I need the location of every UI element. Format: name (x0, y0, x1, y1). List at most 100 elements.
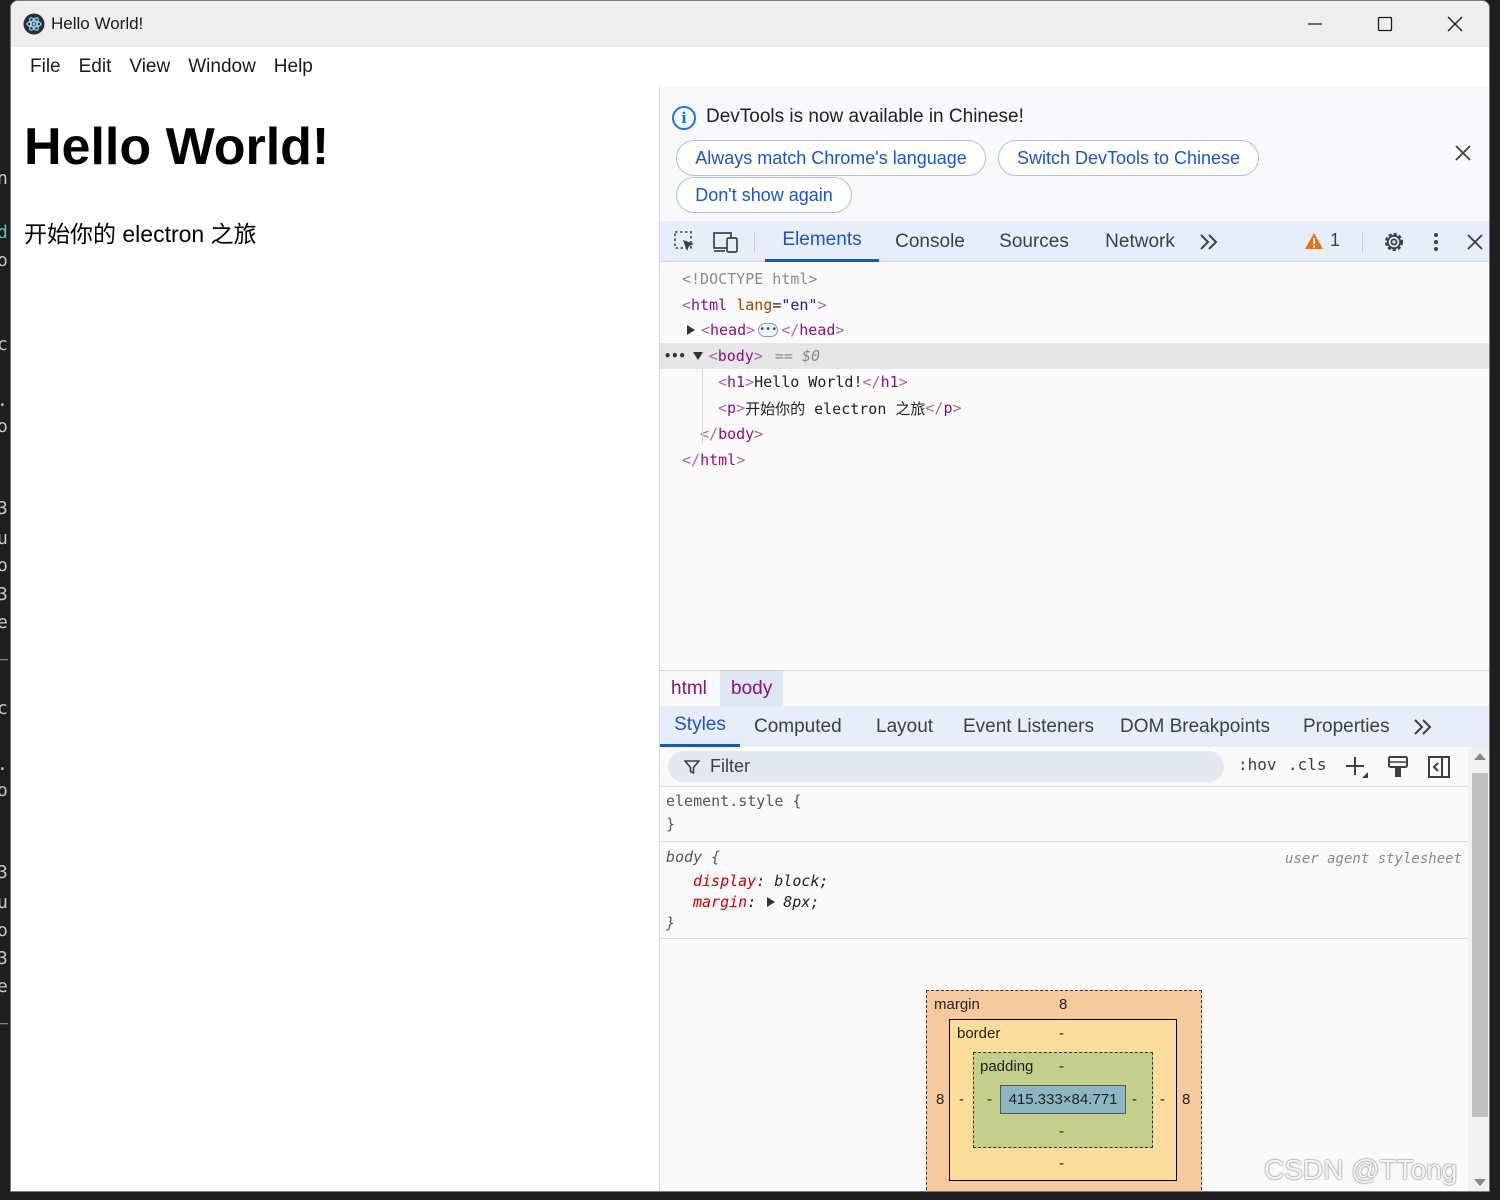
close-icon (1447, 16, 1463, 32)
background-editor-strip: n d o c . o 3 u o 3 e _ c . o 3 u o 3 e … (0, 0, 10, 1200)
device-toolbar-button[interactable] (713, 229, 739, 255)
styles-filter-input[interactable]: Filter (668, 751, 1224, 782)
info-icon: i (672, 106, 696, 130)
h1-text: Hello World! (754, 373, 863, 391)
chevron-double-right-icon (1200, 234, 1218, 250)
border-bottom-value[interactable]: - (1059, 1155, 1064, 1172)
box-model-content[interactable]: 415.333×84.771 (1000, 1085, 1126, 1114)
more-tabs-button[interactable] (1196, 229, 1222, 255)
page-heading: Hello World! (24, 118, 330, 176)
maximize-icon (1377, 16, 1393, 32)
breadcrumb-body[interactable]: body (720, 671, 784, 707)
border-right-value[interactable]: - (1160, 1091, 1165, 1108)
dom-head-line[interactable]: < head > ••• </head > (660, 317, 1489, 343)
dom-p-line[interactable]: < p > 开始你的 electron 之旅 </p > (660, 395, 1489, 421)
dom-html-close-line[interactable]: </html > (660, 447, 1489, 473)
scroll-up-arrow-icon[interactable] (1474, 753, 1486, 760)
tab-elements[interactable]: Elements (765, 221, 879, 262)
cls-toggle[interactable]: .cls (1288, 755, 1327, 774)
styles-pane: Filter :hov .cls element.style { } body … (660, 747, 1468, 1191)
padding-label: padding (980, 1058, 1034, 1075)
dom-body-line[interactable]: ••• < body > == $0 (660, 343, 1489, 369)
scroll-down-arrow-icon[interactable] (1474, 1179, 1486, 1186)
menu-file[interactable]: File (21, 56, 70, 78)
menu-edit[interactable]: Edit (70, 56, 121, 78)
head-close-tag: head (799, 321, 836, 339)
app-window: Hello World! File Edit View Window Help … (10, 0, 1490, 1192)
selected-node-ref: == $0 (774, 347, 821, 365)
switch-to-chinese-button[interactable]: Switch DevTools to Chinese (998, 140, 1259, 176)
minimize-button[interactable] (1281, 1, 1349, 47)
border-left-value[interactable]: - (959, 1091, 964, 1108)
tab-sources[interactable]: Sources (990, 221, 1078, 262)
styles-scrollbar[interactable] (1468, 747, 1489, 1191)
tab-dom-breakpoints[interactable]: DOM Breakpoints (1120, 706, 1270, 747)
warnings-counter[interactable]: 1 (1304, 230, 1340, 251)
always-match-language-button[interactable]: Always match Chrome's language (676, 140, 986, 176)
title-bar[interactable]: Hello World! (11, 1, 1489, 47)
tab-console[interactable]: Console (885, 221, 975, 262)
body-tag: body (717, 347, 754, 365)
collapse-triangle-icon[interactable] (692, 352, 703, 360)
element-state-button[interactable] (1385, 754, 1411, 780)
menu-view[interactable]: View (120, 56, 179, 78)
dom-body-close-line[interactable]: </body > (660, 421, 1489, 447)
expand-triangle-icon[interactable] (767, 897, 776, 907)
tab-computed[interactable]: Computed (754, 706, 842, 747)
scrollbar-thumb[interactable] (1472, 773, 1488, 1117)
p-text: 开始你的 electron 之旅 (745, 399, 926, 418)
margin-right-value[interactable]: 8 (1182, 1091, 1190, 1108)
ellipsis-icon[interactable]: ••• (758, 323, 779, 337)
display-declaration[interactable]: display: block; (693, 872, 828, 890)
more-subtabs-button[interactable] (1412, 706, 1434, 747)
margin-label: margin (934, 996, 980, 1013)
element-style-rule[interactable]: element.style { } (660, 787, 1468, 842)
tab-styles[interactable]: Styles (660, 706, 740, 747)
dom-doctype-line[interactable]: <!DOCTYPE html> (660, 266, 1489, 292)
padding-left-value[interactable]: - (987, 1091, 992, 1108)
body-close-tag: body (718, 425, 755, 443)
close-window-button[interactable] (1421, 1, 1489, 47)
padding-top-value[interactable]: - (1059, 1058, 1064, 1075)
element-style-selector: element.style { (666, 792, 802, 810)
dom-h1-line[interactable]: < h1 > Hello World! </h1 > (660, 369, 1489, 395)
box-model-border[interactable]: border - - - - padding - - - - 415.333×8… (949, 1019, 1177, 1181)
infobar-close-button[interactable] (1450, 140, 1476, 166)
box-model-margin[interactable]: margin 8 8 8 border - - - - padding - - … (926, 990, 1202, 1191)
settings-button[interactable] (1381, 229, 1407, 255)
padding-bottom-value[interactable]: - (1059, 1123, 1064, 1140)
lang-value: "en" (781, 296, 818, 314)
tab-layout[interactable]: Layout (876, 706, 933, 747)
dont-show-again-button[interactable]: Don't show again (676, 177, 852, 213)
margin-left-value[interactable]: 8 (936, 1091, 944, 1108)
toggle-sidebar-button[interactable] (1426, 754, 1452, 780)
tab-event-listeners[interactable]: Event Listeners (963, 706, 1094, 747)
close-devtools-button[interactable] (1462, 229, 1488, 255)
border-top-value[interactable]: - (1059, 1025, 1064, 1042)
box-model-padding[interactable]: padding - - - - 415.333×84.771 (973, 1052, 1153, 1148)
margin-top-value[interactable]: 8 (1059, 996, 1067, 1013)
dom-html-line[interactable]: < html lang = "en" > (660, 292, 1489, 318)
more-actions-icon[interactable]: ••• (664, 349, 686, 363)
menu-help[interactable]: Help (265, 56, 322, 78)
margin-value: 8px; (783, 893, 820, 911)
hov-toggle[interactable]: :hov (1238, 755, 1277, 774)
window-title: Hello World! (51, 14, 144, 33)
inspect-element-button[interactable] (672, 229, 698, 255)
devtools-panel: i DevTools is now available in Chinese! … (659, 87, 1489, 1191)
head-tag: head (710, 321, 747, 339)
tab-network[interactable]: Network (1092, 221, 1188, 262)
device-toggle-icon (713, 232, 738, 253)
expand-triangle-icon[interactable] (687, 325, 695, 335)
margin-declaration[interactable]: margin: 8px; (693, 893, 819, 911)
body-style-rule[interactable]: body { user agent stylesheet display: bl… (660, 842, 1468, 939)
padding-right-value[interactable]: - (1132, 1091, 1137, 1108)
maximize-button[interactable] (1351, 1, 1419, 47)
tab-properties[interactable]: Properties (1303, 706, 1390, 747)
warning-icon (1305, 232, 1323, 249)
new-style-rule-button[interactable] (1344, 754, 1370, 780)
breadcrumb-html[interactable]: html (660, 671, 718, 707)
display-property: display (693, 872, 757, 890)
customize-menu-button[interactable] (1423, 229, 1449, 255)
menu-window[interactable]: Window (179, 56, 265, 78)
